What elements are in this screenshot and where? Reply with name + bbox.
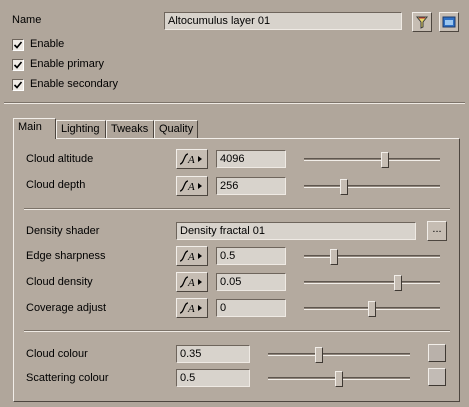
cloud-colour-label: Cloud colour [26,348,88,360]
scattering-colour-swatch[interactable] [428,368,446,386]
cloud-depth-slider-track[interactable] [304,185,440,188]
cloud-altitude-slider-track[interactable] [304,158,440,161]
cloud-density-slider-thumb[interactable] [394,275,402,291]
svg-text:A: A [187,277,195,289]
preview-button[interactable] [439,12,459,32]
cloud-density-function-button[interactable]: A [176,272,208,292]
checkmark-icon [13,41,23,49]
name-input[interactable]: Altocumulus layer 01 [164,12,402,30]
checkmark-icon [13,61,23,69]
edge-sharpness-slider-thumb[interactable] [330,249,338,265]
filter-button[interactable] [412,12,432,32]
density-shader-browse-button[interactable]: ... [427,221,447,241]
density-shader-label: Density shader [26,225,100,237]
enable-label: Enable [30,38,65,50]
coverage-adjust-label: Coverage adjust [26,302,107,314]
tab-main[interactable]: Main [13,118,56,139]
tab-lighting[interactable]: Lighting [56,120,106,138]
cloud-altitude-label: Cloud altitude [26,153,94,165]
edge-sharpness-input[interactable]: 0.5 [216,247,286,265]
cloud-colour-slider-track[interactable] [268,353,410,356]
checkmark-icon [13,81,23,89]
svg-text:A: A [187,303,195,315]
function-curve-icon: A [179,276,202,289]
coverage-adjust-input[interactable]: 0 [216,299,286,317]
svg-text:A: A [187,251,195,263]
enable-checkbox[interactable] [12,39,24,51]
cloud-depth-label: Cloud depth [26,179,86,191]
tab-tweaks[interactable]: Tweaks [106,120,154,138]
cloud-colour-input[interactable]: 0.35 [176,345,250,363]
cloud-density-slider-track[interactable] [304,281,440,284]
function-curve-icon: A [179,302,202,315]
edge-sharpness-function-button[interactable]: A [176,246,208,266]
scattering-colour-input[interactable]: 0.5 [176,369,250,387]
enable-primary-checkbox[interactable] [12,59,24,71]
cloud-altitude-input[interactable]: 4096 [216,150,286,168]
svg-text:A: A [187,154,195,166]
cloud-density-input[interactable]: 0.05 [216,273,286,291]
cloud-depth-function-button[interactable]: A [176,176,208,196]
function-curve-icon: A [179,250,202,263]
funnel-icon [415,16,429,29]
cloud-depth-slider-thumb[interactable] [340,179,348,195]
cloud-altitude-slider-thumb[interactable] [381,152,389,168]
svg-text:A: A [187,181,195,193]
function-curve-icon: A [179,180,202,193]
cloud-altitude-function-button[interactable]: A [176,149,208,169]
enable-primary-label: Enable primary [30,58,104,70]
density-shader-input[interactable]: Density fractal 01 [176,222,416,240]
edge-sharpness-label: Edge sharpness [26,250,106,262]
coverage-adjust-slider-thumb[interactable] [368,301,376,317]
name-label: Name [12,14,42,26]
scattering-colour-slider-thumb[interactable] [335,371,343,387]
function-curve-icon: A [179,153,202,166]
window-icon [442,16,456,28]
cloud-colour-swatch[interactable] [428,344,446,362]
enable-secondary-checkbox[interactable] [12,79,24,91]
cloud-depth-input[interactable]: 256 [216,177,286,195]
enable-secondary-label: Enable secondary [30,78,119,90]
scattering-colour-label: Scattering colour [26,372,109,384]
edge-sharpness-slider-track[interactable] [304,255,440,258]
cloud-density-label: Cloud density [26,276,93,288]
tab-quality[interactable]: Quality [154,120,198,138]
cloud-colour-slider-thumb[interactable] [315,347,323,363]
coverage-adjust-function-button[interactable]: A [176,298,208,318]
